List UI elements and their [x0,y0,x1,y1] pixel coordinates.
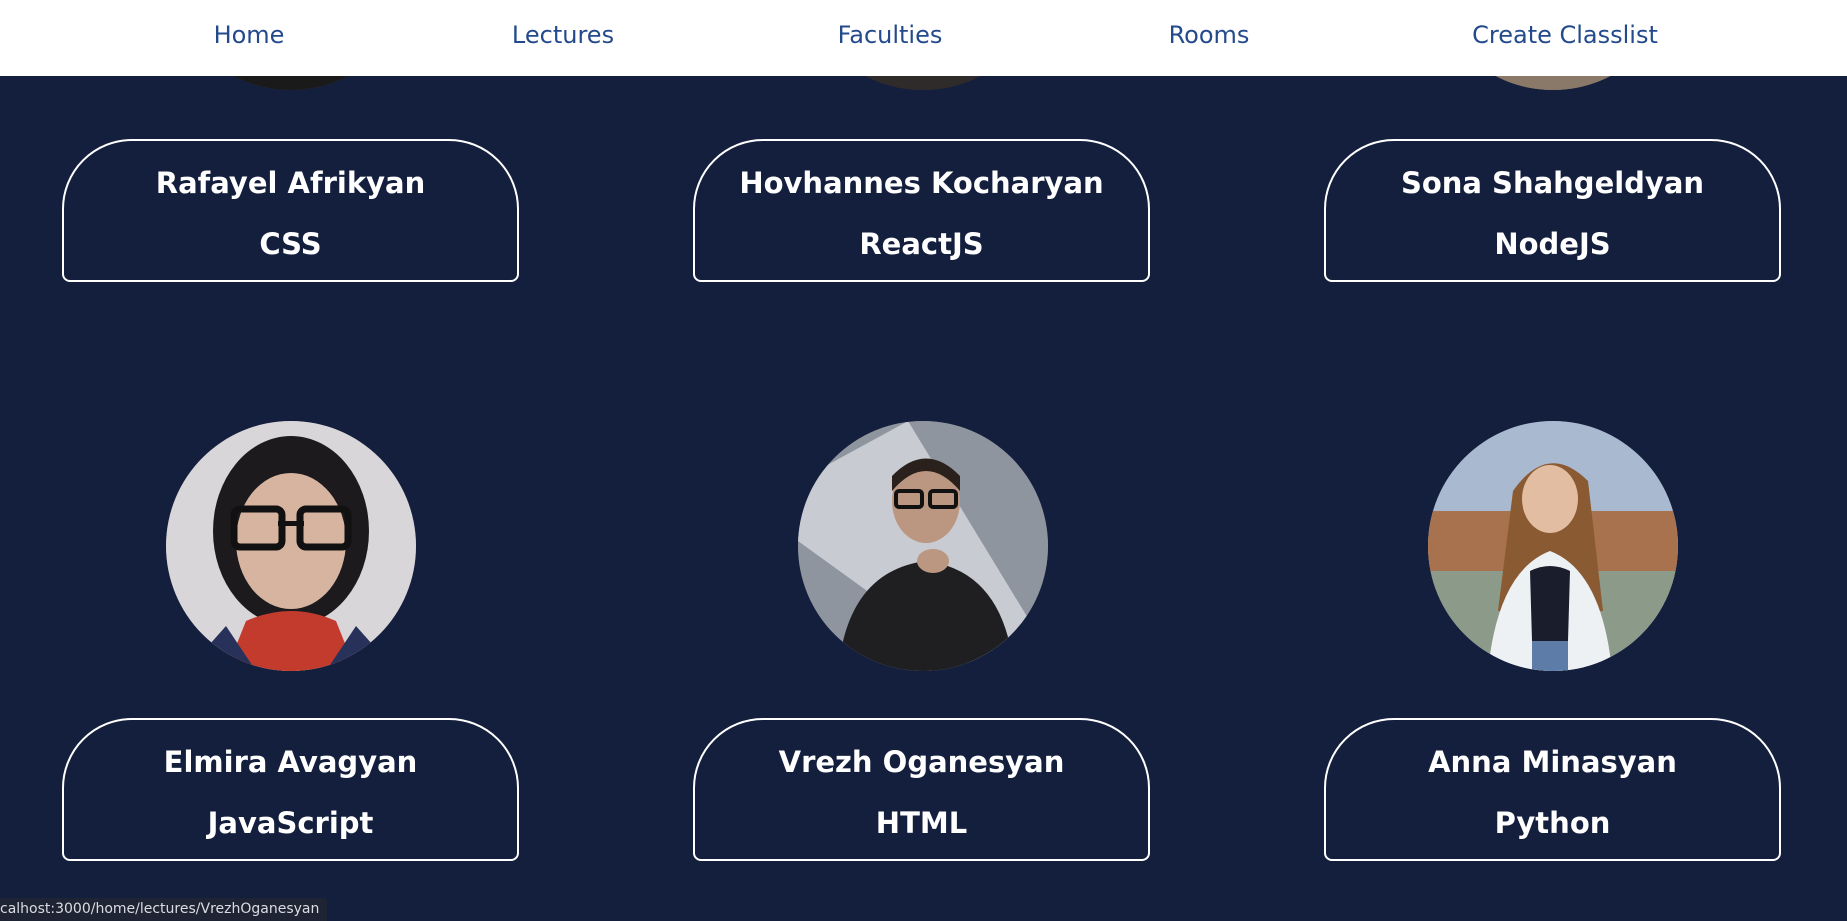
nav-link-rooms[interactable]: Rooms [1169,0,1250,70]
lecturer-card[interactable]: Elmira Avagyan JavaScript [62,718,519,861]
lecturer-card[interactable]: Anna Minasyan Python [1324,718,1781,861]
top-navbar: Home Lectures Faculties Rooms Create Cla… [0,0,1847,76]
nav-link-home[interactable]: Home [214,0,285,70]
lecturer-name: Anna Minasyan [1428,745,1677,779]
lecturer-subject: NodeJS [1494,227,1611,261]
lecturer-photo-anna-minasyan [1428,421,1678,671]
lecturer-subject: CSS [259,227,322,261]
lecturer-name: Hovhannes Kocharyan [739,166,1104,200]
lecturer-name: Rafayel Afrikyan [155,166,426,200]
lecturer-card[interactable]: Hovhannes Kocharyan ReactJS [693,139,1150,282]
lecturer-photo-elmira-avagyan [166,421,416,671]
lecturer-card[interactable]: Rafayel Afrikyan CSS [62,139,519,282]
nav-link-faculties[interactable]: Faculties [838,0,943,70]
lecturer-card[interactable]: Sona Shahgeldyan NodeJS [1324,139,1781,282]
lecturer-name: Vrezh Oganesyan [778,745,1065,779]
lecturer-photo-vrezh-oganesyan [798,421,1048,671]
lecturer-subject: ReactJS [859,227,984,261]
browser-status-url: calhost:3000/home/lectures/VrezhOganesya… [0,898,328,921]
nav-link-lectures[interactable]: Lectures [512,0,614,70]
lecturer-card[interactable]: Vrezh Oganesyan HTML [693,718,1150,861]
lecturer-subject: HTML [875,806,968,840]
lecturer-name: Sona Shahgeldyan [1400,166,1705,200]
lecturer-subject: JavaScript [207,806,374,840]
lecturer-name: Elmira Avagyan [163,745,418,779]
lecturer-subject: Python [1494,806,1611,840]
nav-link-create-classlist[interactable]: Create Classlist [1472,0,1658,70]
